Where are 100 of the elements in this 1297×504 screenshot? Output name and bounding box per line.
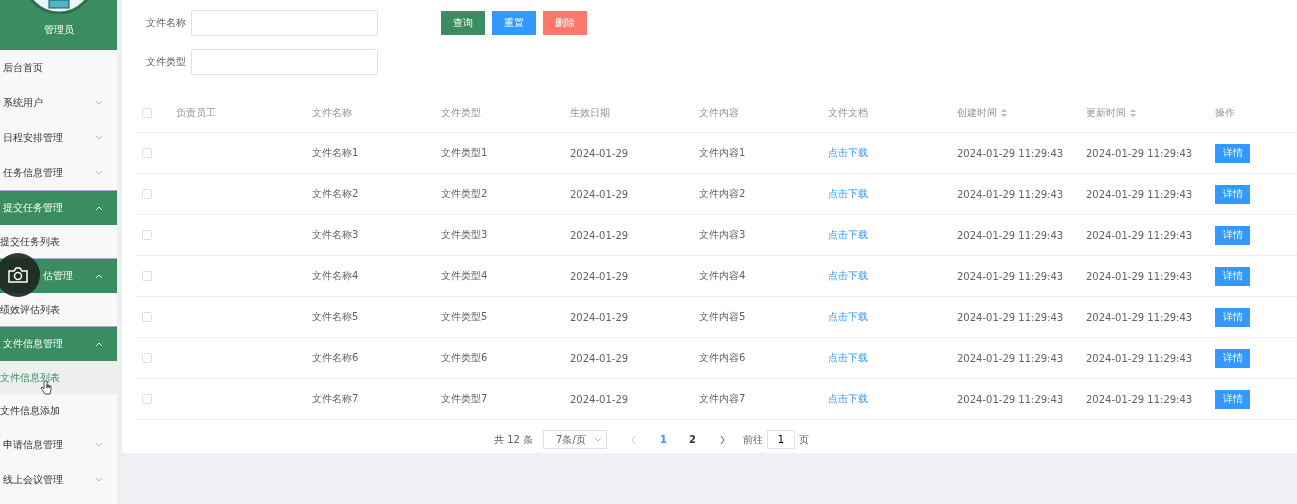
table-cell: 文件内容6 (699, 351, 746, 365)
table-cell: 文件内容3 (699, 228, 746, 242)
delete-button[interactable]: 删除 (543, 10, 587, 35)
table-cell: 文件内容2 (699, 187, 746, 201)
table-cell: 文件名称4 (312, 269, 359, 283)
column-header: 创建时间 (957, 106, 997, 120)
page-suffix: 页 (799, 432, 809, 447)
column-header: 文件内容 (699, 106, 739, 120)
table-cell: 2024-01-29 11:29:43 (957, 270, 1064, 282)
download-link[interactable]: 点击下载 (828, 269, 868, 283)
download-link[interactable]: 点击下载 (828, 146, 868, 160)
table-cell: 文件名称1 (312, 146, 359, 160)
table-cell: 2024-01-29 (570, 352, 629, 364)
details-button[interactable]: 详情 (1215, 389, 1250, 409)
total-count: 共 12 条 (494, 432, 534, 447)
menu-group[interactable]: 文件信息管理 (0, 326, 117, 361)
chevron-icon (95, 100, 103, 105)
chevron-icon (594, 437, 603, 442)
table-cell: 2024-01-29 (570, 147, 629, 159)
submenu-item[interactable]: 文件信息添加 (0, 394, 117, 427)
table-cell: 文件内容4 (699, 269, 746, 283)
table-cell: 2024-01-29 11:29:43 (957, 311, 1064, 323)
checkbox[interactable] (142, 394, 152, 404)
table-cell: 文件类型2 (441, 187, 488, 201)
column-header: 文件名称 (312, 106, 352, 120)
table-cell: 2024-01-29 (570, 311, 629, 323)
table-cell: 2024-01-29 11:29:43 (1086, 352, 1193, 364)
download-link[interactable]: 点击下载 (828, 392, 868, 406)
camera-icon (7, 266, 29, 284)
table-cell: 2024-01-29 11:29:43 (957, 147, 1064, 159)
query-button[interactable]: 查询 (441, 10, 485, 35)
table-cell: 文件名称2 (312, 187, 359, 201)
menu-label: 提交任务管理 (3, 201, 63, 215)
chevron-icon (95, 170, 103, 175)
details-button[interactable]: 详情 (1215, 307, 1250, 327)
checkbox[interactable] (142, 189, 152, 199)
details-button[interactable]: 详情 (1215, 225, 1250, 245)
table-cell: 文件内容5 (699, 310, 746, 324)
input-field[interactable] (191, 9, 378, 36)
chevron-icon (95, 273, 103, 279)
chevron-icon (95, 341, 103, 347)
next-icon (720, 435, 725, 444)
table-cell: 文件名称5 (312, 310, 359, 324)
camera-button[interactable] (0, 253, 40, 297)
menu-label: 系统用户 (3, 95, 43, 110)
download-link[interactable]: 点击下载 (828, 228, 868, 242)
details-button[interactable]: 详情 (1215, 184, 1250, 204)
checkbox[interactable] (142, 271, 152, 281)
checkbox[interactable] (142, 312, 152, 322)
download-link[interactable]: 点击下载 (828, 351, 868, 365)
table-cell: 文件类型7 (441, 392, 488, 406)
table-cell: 2024-01-29 11:29:43 (1086, 270, 1193, 282)
column-header: 操作 (1215, 106, 1235, 120)
checkbox[interactable] (142, 148, 152, 158)
menu-group[interactable]: 提交任务管理 (0, 190, 117, 225)
checkbox[interactable] (142, 108, 152, 118)
table-cell: 文件内容7 (699, 392, 746, 406)
submenu-item[interactable]: 提交任务列表 (0, 225, 117, 258)
table-cell: 文件类型6 (441, 351, 488, 365)
checkbox[interactable] (142, 353, 152, 363)
menu-group[interactable]: 任务信息管理 (0, 155, 117, 190)
submenu-item[interactable]: 文件信息列表 (0, 361, 117, 394)
reset-button[interactable]: 重置 (492, 10, 536, 35)
goto-label: 前往 (743, 432, 763, 447)
table-cell: 文件类型4 (441, 269, 488, 283)
table-cell: 2024-01-29 (570, 188, 629, 200)
table-cell: 2024-01-29 (570, 270, 629, 282)
details-button[interactable]: 详情 (1215, 266, 1250, 286)
submenu-item[interactable]: 绩效评估列表 (0, 293, 117, 326)
table-cell: 2024-01-29 11:29:43 (957, 352, 1064, 364)
menu-group[interactable]: 申请信息管理 (0, 427, 117, 462)
menu-group[interactable]: 日程安排管理 (0, 120, 117, 155)
menu-label: 文件信息管理 (3, 337, 63, 351)
checkbox[interactable] (142, 230, 152, 240)
page-number[interactable]: 1 (654, 434, 674, 445)
details-button[interactable]: 详情 (1215, 143, 1250, 163)
menu-group[interactable]: 线上会议管理 (0, 462, 117, 497)
prev-icon (631, 435, 637, 444)
table-cell: 2024-01-29 11:29:43 (957, 393, 1064, 405)
details-button[interactable]: 详情 (1215, 348, 1250, 368)
page-input[interactable]: 1 (767, 430, 795, 449)
table-cell: 文件名称3 (312, 228, 359, 242)
field-label: 文件名称 (145, 15, 186, 30)
chevron-icon (95, 205, 103, 211)
field-label: 文件类型 (145, 54, 186, 69)
input-field[interactable] (191, 48, 378, 75)
table-cell: 文件内容1 (699, 146, 746, 160)
menu-item[interactable]: 后台首页 (0, 50, 117, 85)
table-cell: 2024-01-29 11:29:43 (957, 229, 1064, 241)
page-number[interactable]: 2 (683, 434, 702, 445)
download-link[interactable]: 点击下载 (828, 310, 868, 324)
table-cell: 文件类型1 (441, 146, 488, 160)
table-cell: 2024-01-29 11:29:43 (957, 188, 1064, 200)
menu-label: 线上会议管理 (3, 472, 63, 487)
download-link[interactable]: 点击下载 (828, 187, 868, 201)
menu-group[interactable]: 系统用户 (0, 85, 117, 120)
table-cell: 文件名称6 (312, 351, 359, 365)
table-cell: 2024-01-29 11:29:43 (1086, 393, 1193, 405)
page-size-select[interactable]: 7条/页 (543, 430, 608, 449)
column-header: 文件文档 (828, 106, 868, 120)
